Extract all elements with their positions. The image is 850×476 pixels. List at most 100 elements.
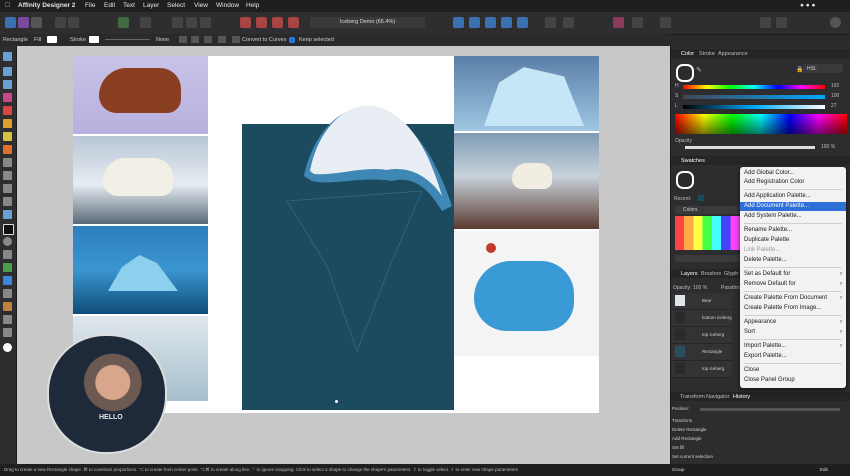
align-icon-ctx[interactable] <box>179 36 187 43</box>
swatch-grid[interactable] <box>675 216 741 250</box>
app-name[interactable]: Affinity Designer 2 <box>18 2 75 9</box>
designer-persona-icon[interactable] <box>5 17 16 28</box>
eyedropper-tool-icon[interactable] <box>3 184 12 193</box>
frame-text-tool-icon[interactable] <box>3 276 12 285</box>
polar-bear-rock-image[interactable] <box>454 133 599 229</box>
lightness-slider[interactable] <box>683 105 825 109</box>
document-tab[interactable]: Iceberg Demo (65.4%) <box>310 17 425 28</box>
menu-item-import-palette[interactable]: Import Palette... › <box>740 342 846 351</box>
tab-brushes[interactable]: Brushes <box>701 271 721 277</box>
selection-handle[interactable] <box>335 400 338 403</box>
snapping-icon[interactable] <box>118 17 129 28</box>
convert-to-curves-button[interactable]: Convert to Curves <box>242 37 286 43</box>
pen-tool-icon[interactable] <box>3 93 12 102</box>
menu-view[interactable]: View <box>194 2 208 9</box>
move-tool-icon[interactable] <box>3 52 12 61</box>
tab-history[interactable]: History <box>733 394 750 400</box>
tab-navigator[interactable]: Navigator <box>706 394 730 400</box>
document-setup-icon[interactable] <box>55 17 66 28</box>
pixel-persona-icon[interactable] <box>18 17 29 28</box>
rectangle-tool-icon[interactable] <box>3 224 14 235</box>
history-item[interactable]: Set fill <box>672 445 684 450</box>
menu-item-add-global-color[interactable]: Add Global Color... <box>740 169 846 178</box>
transparency-tool-icon[interactable] <box>3 145 12 154</box>
tab-stroke[interactable]: Stroke <box>699 51 715 57</box>
menu-item-create-palette-from-image[interactable]: Create Palette From Image... <box>740 304 846 313</box>
artboard-tool-icon[interactable] <box>3 67 12 76</box>
history-item[interactable]: Transform <box>672 418 692 423</box>
eyedropper-icon[interactable]: ✎ <box>696 66 702 74</box>
history-item[interactable]: Add Rectangle <box>672 436 702 441</box>
fill-swatch[interactable] <box>47 36 57 43</box>
menu-item-delete-palette[interactable]: Delete Palette... <box>740 256 846 265</box>
boolean-divide-icon[interactable] <box>288 17 299 28</box>
view-icon[interactable] <box>660 17 671 28</box>
polar-bear-image[interactable] <box>73 136 208 224</box>
menu-item-export-palette[interactable]: Export Palette... <box>740 352 846 361</box>
layer-row[interactable]: bottom iceberg <box>672 310 732 327</box>
menu-item-add-registration-color[interactable]: Add Registration Color <box>740 178 846 187</box>
bear-figurine-image[interactable] <box>73 56 208 134</box>
menu-edit[interactable]: Edit <box>104 2 115 9</box>
hand-tool-icon[interactable] <box>3 315 12 324</box>
apple-icon[interactable]:  <box>5 2 10 9</box>
recent-swatch[interactable] <box>698 195 704 201</box>
menu-layer[interactable]: Layer <box>143 2 159 9</box>
fill-color-well-icon[interactable] <box>3 343 12 352</box>
blend-mode-select[interactable]: Passthro <box>721 285 741 291</box>
boolean-subtract-icon[interactable] <box>256 17 267 28</box>
pencil-tool-icon[interactable] <box>3 106 12 115</box>
boolean-add-icon[interactable] <box>240 17 251 28</box>
view-mode-icon[interactable] <box>140 17 151 28</box>
group-icon[interactable] <box>200 17 211 28</box>
menu-item-add-application-palette[interactable]: Add Application Palette... <box>740 192 846 201</box>
layer-row[interactable]: Rectangle <box>672 344 732 361</box>
convert-icon[interactable] <box>232 36 240 43</box>
s-value[interactable]: 100 <box>831 93 839 99</box>
geometry-icon[interactable] <box>563 17 574 28</box>
scale-icon[interactable] <box>204 36 212 43</box>
menu-item-close-panel-group[interactable]: Close Panel Group <box>740 376 846 385</box>
place-image-tool-icon[interactable] <box>3 302 12 311</box>
opacity-value[interactable]: 100 % <box>821 144 835 150</box>
menu-item-duplicate-palette[interactable]: Duplicate Palette <box>740 236 846 245</box>
menu-item-appearance[interactable]: Appearance › <box>740 318 846 327</box>
artistic-text-tool-icon[interactable] <box>3 263 12 272</box>
tab-appearance[interactable]: Appearance <box>718 51 748 57</box>
iceberg-image-right[interactable] <box>454 56 599 131</box>
studio-icon[interactable] <box>760 17 771 28</box>
tab-layers[interactable]: Layers <box>681 271 698 277</box>
flip-vertical-icon[interactable] <box>485 17 496 28</box>
table-tool-icon[interactable] <box>3 289 12 298</box>
layer-row[interactable]: top iceberg <box>672 327 732 344</box>
menu-item-set-as-default[interactable]: Set as Default for › <box>740 270 846 279</box>
flip-horizontal-icon[interactable] <box>469 17 480 28</box>
rotate-right-icon[interactable] <box>517 17 528 28</box>
layer-opacity-value[interactable]: 100 % <box>693 285 707 291</box>
hue-slider[interactable] <box>683 85 825 89</box>
preferences-icon[interactable] <box>68 17 79 28</box>
arrange-front-icon[interactable] <box>172 17 183 28</box>
tab-swatches[interactable]: Swatches <box>681 158 705 164</box>
vector-crop-tool-icon[interactable] <box>3 158 12 167</box>
iceberg-illustration[interactable] <box>242 66 454 411</box>
tab-color[interactable]: Color <box>681 51 694 57</box>
swatch-fill-stroke-icon[interactable] <box>676 171 694 189</box>
separator-icon[interactable] <box>632 17 643 28</box>
menu-item-add-system-palette[interactable]: Add System Palette... <box>740 212 846 221</box>
layer-row[interactable]: top iceberg <box>672 361 732 378</box>
stroke-width-slider[interactable] <box>105 39 150 40</box>
h-value[interactable]: 192 <box>831 83 839 89</box>
text-tool-icon[interactable] <box>3 171 12 180</box>
keep-selected-checkbox[interactable] <box>289 37 295 43</box>
menu-window[interactable]: Window <box>216 2 239 9</box>
export-persona-icon[interactable] <box>31 17 42 28</box>
menu-item-add-document-palette[interactable]: Add Document Palette... <box>740 202 846 211</box>
canvas[interactable]: HELLO <box>17 46 670 464</box>
menu-item-close[interactable]: Close <box>740 366 846 375</box>
boolean-intersect-icon[interactable] <box>272 17 283 28</box>
align-icon[interactable] <box>453 17 464 28</box>
palette-select[interactable]: Colors <box>675 206 741 214</box>
user-icon[interactable] <box>830 17 841 28</box>
menu-select[interactable]: Select <box>167 2 185 9</box>
